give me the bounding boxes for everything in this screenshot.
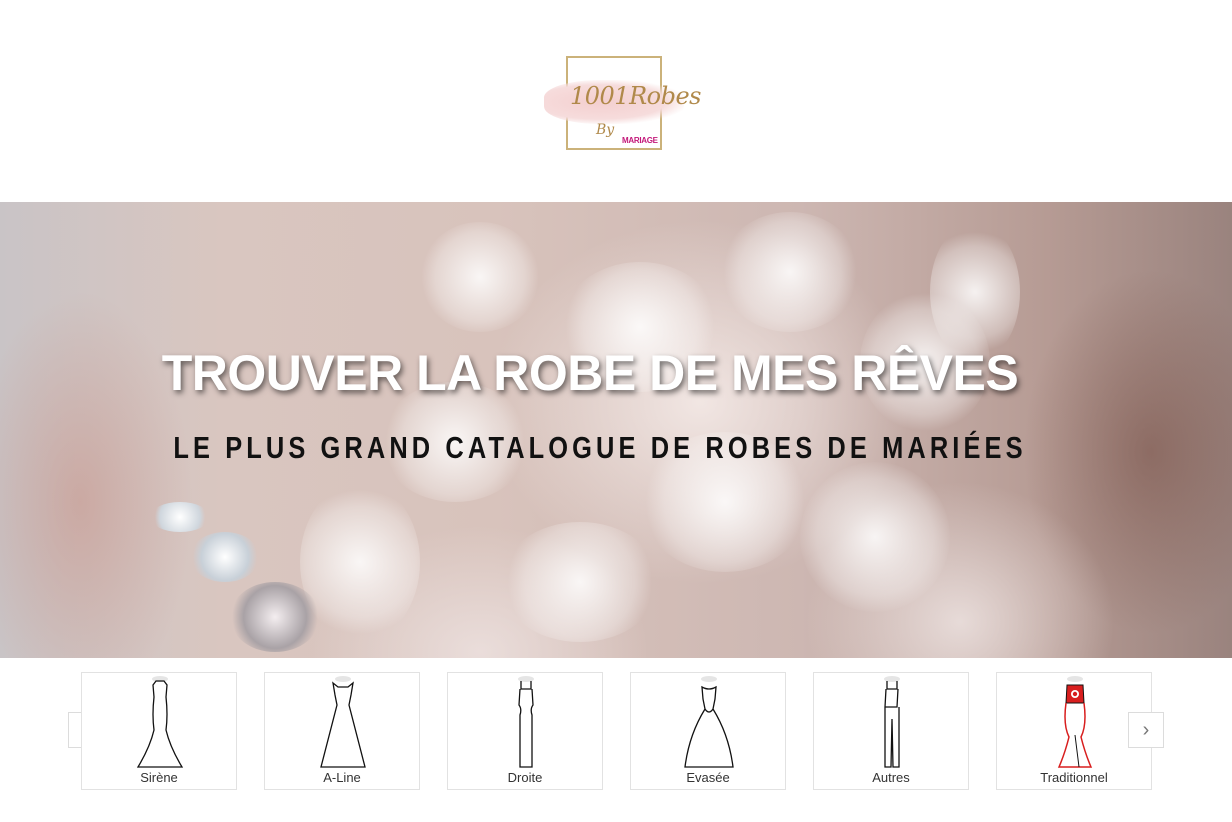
site-logo[interactable]: 1001Robes By MARIAGE (544, 56, 701, 150)
hero-banner: TROUVER LA ROBE DE MES RÊVES LE PLUS GRA… (0, 202, 1232, 658)
category-card-a-line[interactable]: A-Line (264, 672, 420, 790)
straight-dress-icon (518, 676, 534, 768)
category-label: Evasée (686, 770, 730, 785)
category-card-autres[interactable]: Autres (813, 672, 969, 790)
category-label: Traditionnel (1040, 770, 1108, 785)
ball-gown-dress-icon (684, 676, 734, 768)
category-carousel: ‹ Sirène A-Line Droite Evasée (0, 658, 1232, 822)
category-card-evasee[interactable]: Evasée (630, 672, 786, 790)
mermaid-dress-icon (136, 676, 184, 768)
hero-bracelet (150, 492, 340, 652)
chevron-right-icon: › (1142, 718, 1150, 741)
carousel-next-button[interactable]: › (1128, 712, 1164, 748)
category-card-droite[interactable]: Droite (447, 672, 603, 790)
logo-by-text: By (596, 122, 615, 138)
jumpsuit-icon (884, 676, 900, 768)
a-line-dress-icon (320, 676, 366, 768)
site-header: 1001Robes By MARIAGE (0, 0, 1232, 202)
category-label: Sirène (140, 770, 178, 785)
category-card-sirene[interactable]: Sirène (81, 672, 237, 790)
category-label: A-Line (323, 770, 361, 785)
category-label: Droite (507, 770, 543, 785)
hero-subtitle: LE PLUS GRAND CATALOGUE DE ROBES DE MARI… (173, 430, 1027, 465)
logo-main-text: 1001Robes (570, 82, 701, 110)
hero-title: TROUVER LA ROBE DE MES RÊVES (161, 345, 1019, 401)
category-label: Autres (872, 770, 910, 785)
logo-sub-brand: MARIAGE (622, 136, 658, 145)
traditional-dress-icon (1057, 676, 1093, 768)
